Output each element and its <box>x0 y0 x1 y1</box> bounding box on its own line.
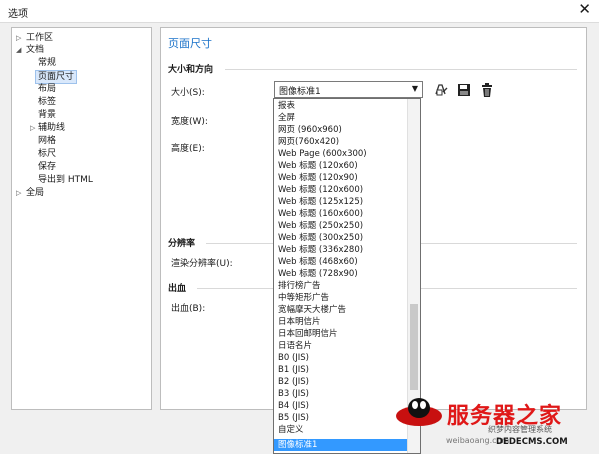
section-resolution: 分辨率 <box>168 239 196 249</box>
list-item[interactable]: 网页(760x420) <box>278 136 339 148</box>
list-item-selected[interactable]: 图像标准1 <box>274 439 411 451</box>
list-item[interactable]: Web Page (600x300) <box>278 148 367 160</box>
close-icon[interactable]: ✕ <box>578 2 591 17</box>
list-item[interactable]: 日语名片 <box>278 340 312 352</box>
collapse-icon[interactable]: ◢ <box>16 44 21 56</box>
list-item[interactable]: 日本回邮明信片 <box>278 328 338 340</box>
list-item[interactable]: 宽幅摩天大楼广告 <box>278 304 346 316</box>
size-label: 大小(S): <box>171 88 205 98</box>
tree-item-rulers[interactable]: 标尺 <box>38 148 56 160</box>
size-select-value: 图像标准1 <box>279 87 321 97</box>
bleed-label: 出血(B): <box>171 304 206 314</box>
list-item[interactable]: 排行榜广告 <box>278 280 321 292</box>
expand-icon[interactable]: ▷ <box>16 187 21 199</box>
list-item[interactable]: B1 (JIS) <box>278 364 309 376</box>
list-item[interactable]: B3 (JIS) <box>278 388 309 400</box>
watermark-site: DEDECMS.COM <box>496 437 568 447</box>
list-item[interactable]: Web 标题 (250x250) <box>278 220 363 232</box>
size-select[interactable]: 图像标准1 ▼ <box>274 81 423 98</box>
list-item[interactable]: Web 标题 (120x90) <box>278 172 358 184</box>
width-label: 宽度(W): <box>171 117 208 127</box>
divider <box>225 69 577 70</box>
list-item[interactable]: 网页 (960x960) <box>278 124 342 136</box>
section-bleed: 出血 <box>168 284 187 294</box>
list-item[interactable]: Web 标题 (160x600) <box>278 208 363 220</box>
tree-item-save[interactable]: 保存 <box>38 161 56 173</box>
tree-item-document[interactable]: 文档 <box>26 44 44 56</box>
window-title: 选项 <box>8 9 28 20</box>
list-item[interactable]: B2 (JIS) <box>278 376 309 388</box>
chevron-down-icon[interactable]: ▼ <box>412 84 418 93</box>
expand-icon[interactable]: ▷ <box>16 32 21 44</box>
list-item[interactable]: B0 (JIS) <box>278 352 309 364</box>
list-item[interactable]: Web 标题 (728x90) <box>278 268 358 280</box>
list-item[interactable]: 自定义 <box>278 424 304 436</box>
list-item[interactable]: Web 标题 (468x60) <box>278 256 358 268</box>
list-item[interactable]: Web 标题 (120x60) <box>278 160 358 172</box>
section-size-orientation: 大小和方向 <box>168 65 214 75</box>
tree-item-general[interactable]: 常规 <box>38 57 56 69</box>
list-item[interactable]: Web 标题 (120x600) <box>278 184 363 196</box>
save-disk-icon[interactable] <box>456 82 472 98</box>
tree-item-guidelines[interactable]: 辅助线 <box>38 122 65 134</box>
list-item[interactable]: B5 (JIS) <box>278 412 309 424</box>
tree-item-grid[interactable]: 网格 <box>38 135 56 147</box>
tree-item-export-html[interactable]: 导出到 HTML <box>38 174 93 186</box>
expand-icon[interactable]: ▷ <box>30 122 35 134</box>
list-item[interactable]: Web 标题 (125x125) <box>278 196 363 208</box>
height-label: 高度(E): <box>171 144 205 154</box>
tree-item-global[interactable]: 全局 <box>26 187 44 199</box>
watermark-logo-icon <box>396 398 442 426</box>
scrollbar-thumb[interactable] <box>410 304 418 390</box>
watermark-subtitle: 织梦内容管理系统 <box>488 425 552 434</box>
save-preset-icon[interactable] <box>433 82 449 98</box>
tree-item-label[interactable]: 标签 <box>38 96 56 108</box>
trash-icon[interactable] <box>479 82 495 98</box>
list-item[interactable]: 中等矩形广告 <box>278 292 329 304</box>
options-tree: ▷ 工作区 ◢ 文档 常规 页面尺寸 布局 标签 背景 ▷ 辅助线 网格 标尺 … <box>11 27 152 410</box>
tree-item-workspace[interactable]: 工作区 <box>26 32 53 44</box>
tree-item-layout[interactable]: 布局 <box>38 83 56 95</box>
page-title: 页面尺寸 <box>168 37 212 50</box>
list-item[interactable]: 日本明信片 <box>278 316 321 328</box>
list-item[interactable]: 全屏 <box>278 112 295 124</box>
list-item[interactable]: 报表 <box>278 100 295 112</box>
list-item[interactable]: Web 标题 (336x280) <box>278 244 363 256</box>
list-item[interactable]: B4 (JIS) <box>278 400 309 412</box>
tree-item-background[interactable]: 背景 <box>38 109 56 121</box>
title-bar: 选项 ✕ <box>0 0 599 23</box>
list-item[interactable]: Web 标题 (300x250) <box>278 232 363 244</box>
render-resolution-label: 渲染分辨率(U): <box>171 259 233 269</box>
tree-item-page-size[interactable]: 页面尺寸 <box>35 70 78 84</box>
